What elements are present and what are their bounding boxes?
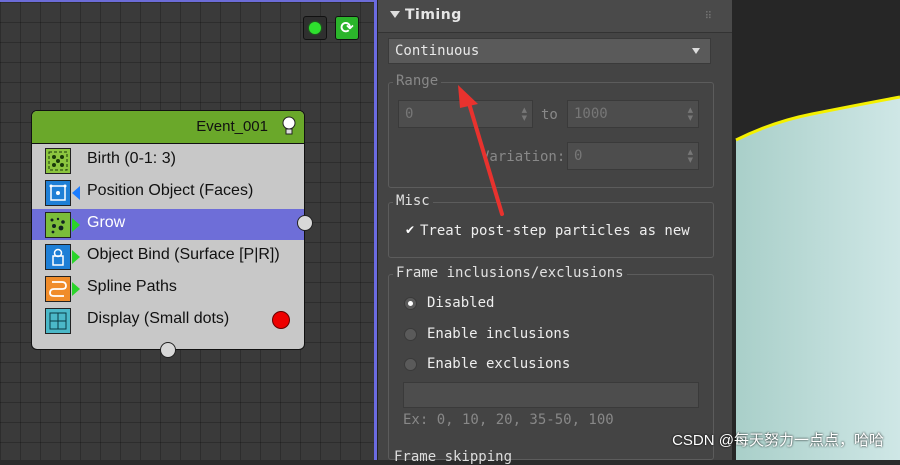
lightbulb-icon[interactable] (280, 116, 298, 136)
operator-label: Display (Small dots) (87, 310, 230, 327)
event-header[interactable]: Event_001 (32, 111, 304, 144)
input-port[interactable] (160, 342, 176, 358)
operator-birth[interactable]: Birth (0-1: 3) (32, 145, 304, 176)
position-object-icon (45, 180, 71, 206)
spline-paths-icon (45, 276, 71, 302)
display-icon (45, 308, 71, 334)
display-color-swatch[interactable] (272, 311, 290, 329)
green-dot-icon[interactable] (303, 16, 327, 40)
particle-view-canvas[interactable]: ⟳ Event_001 Birth (0-1: 3) Position Obje… (0, 0, 374, 460)
object-bind-icon (45, 244, 71, 270)
output-arrow-icon (72, 282, 80, 296)
operator-label: Position Object (Faces) (87, 182, 254, 199)
operator-position-object[interactable]: Position Object (Faces) (32, 177, 304, 208)
output-arrow-icon (72, 250, 80, 264)
operator-label: Spline Paths (87, 278, 177, 295)
annotation-arrow-icon (458, 85, 504, 216)
output-port[interactable] (297, 215, 313, 231)
input-arrow-icon (72, 186, 80, 200)
viewport-mesh (735, 95, 900, 460)
operator-grow[interactable]: Grow (32, 209, 304, 240)
grow-icon (45, 212, 71, 238)
operator-label: Birth (0-1: 3) (87, 150, 176, 167)
timing-rollout: Timing ⠿ Continuous Range 0 ▲ ▼ to 1000 ▲… (377, 0, 732, 465)
birth-icon (45, 148, 71, 174)
operator-display[interactable]: Display (Small dots) (32, 305, 304, 336)
event-title: Event_001 (196, 118, 268, 135)
operator-label: Grow (87, 214, 126, 231)
operator-label: Object Bind (Surface [P|R]) (87, 246, 280, 263)
output-arrow-icon (72, 218, 80, 232)
operator-object-bind[interactable]: Object Bind (Surface [P|R]) (32, 241, 304, 272)
watermark: CSDN @每天努力一点点，哈哈 (672, 432, 884, 449)
refresh-icon[interactable]: ⟳ (335, 16, 359, 40)
event-node[interactable]: Event_001 Birth (0-1: 3) Position Object… (31, 110, 313, 358)
operator-spline-paths[interactable]: Spline Paths (32, 273, 304, 304)
viewport[interactable] (732, 0, 900, 460)
